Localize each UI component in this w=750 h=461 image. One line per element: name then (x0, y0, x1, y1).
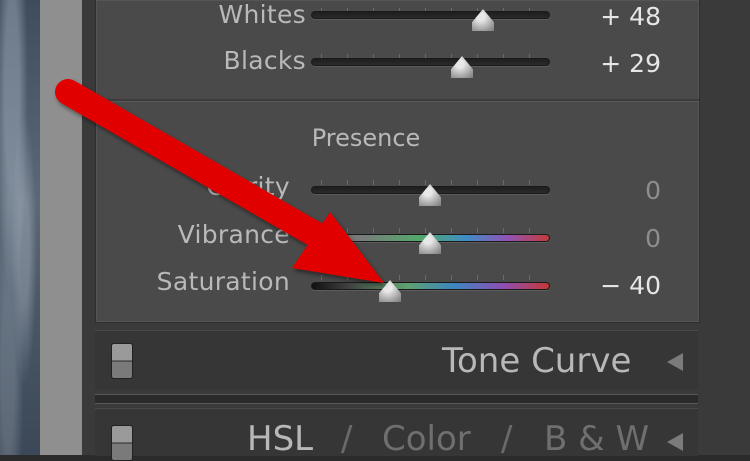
clarity-ticks (321, 180, 538, 185)
tone-curve-collapsed-bar (95, 394, 698, 404)
whites-label: Whites (218, 0, 306, 29)
whites-slider[interactable] (311, 11, 550, 19)
tone-curve-toggle[interactable] (111, 343, 133, 379)
tone-curve-title[interactable]: Tone Curve (442, 341, 631, 381)
vibrance-ticks (321, 228, 538, 233)
collapse-triangle-icon[interactable] (667, 433, 683, 451)
vibrance-label: Vibrance (177, 220, 290, 249)
saturation-slider[interactable] (311, 282, 550, 290)
blacks-slider[interactable] (311, 58, 550, 66)
saturation-ticks (321, 275, 538, 280)
blacks-value[interactable]: + 29 (581, 49, 661, 78)
develop-panel: Whites + 48 Blacks + 29 Presence Clarity… (82, 0, 750, 461)
panel-border (40, 0, 82, 455)
hsl-tab[interactable]: HSL (247, 419, 313, 459)
photo-background (0, 0, 40, 455)
clarity-label: Clarity (206, 172, 290, 201)
color-separator: / (501, 419, 513, 459)
color-tab[interactable]: Color (382, 419, 471, 459)
tone-curve-header[interactable]: Tone Curve (95, 330, 698, 389)
saturation-value[interactable]: − 40 (581, 271, 661, 300)
saturation-label: Saturation (156, 267, 290, 296)
presence-title: Presence (311, 124, 421, 152)
basic-section: Whites + 48 Blacks + 29 Presence Clarity… (95, 0, 700, 323)
collapse-triangle-icon[interactable] (667, 353, 683, 371)
vibrance-value[interactable]: 0 (581, 224, 661, 253)
hsl-toggle[interactable] (111, 425, 133, 461)
section-divider (96, 99, 699, 102)
whites-value[interactable]: + 48 (581, 2, 661, 31)
hsl-header[interactable]: HSL / Color / B & W (95, 408, 698, 461)
bw-tab[interactable]: B & W (544, 419, 649, 459)
hsl-separator: / (341, 419, 353, 459)
blacks-label: Blacks (223, 46, 306, 75)
clarity-value[interactable]: 0 (581, 176, 661, 205)
